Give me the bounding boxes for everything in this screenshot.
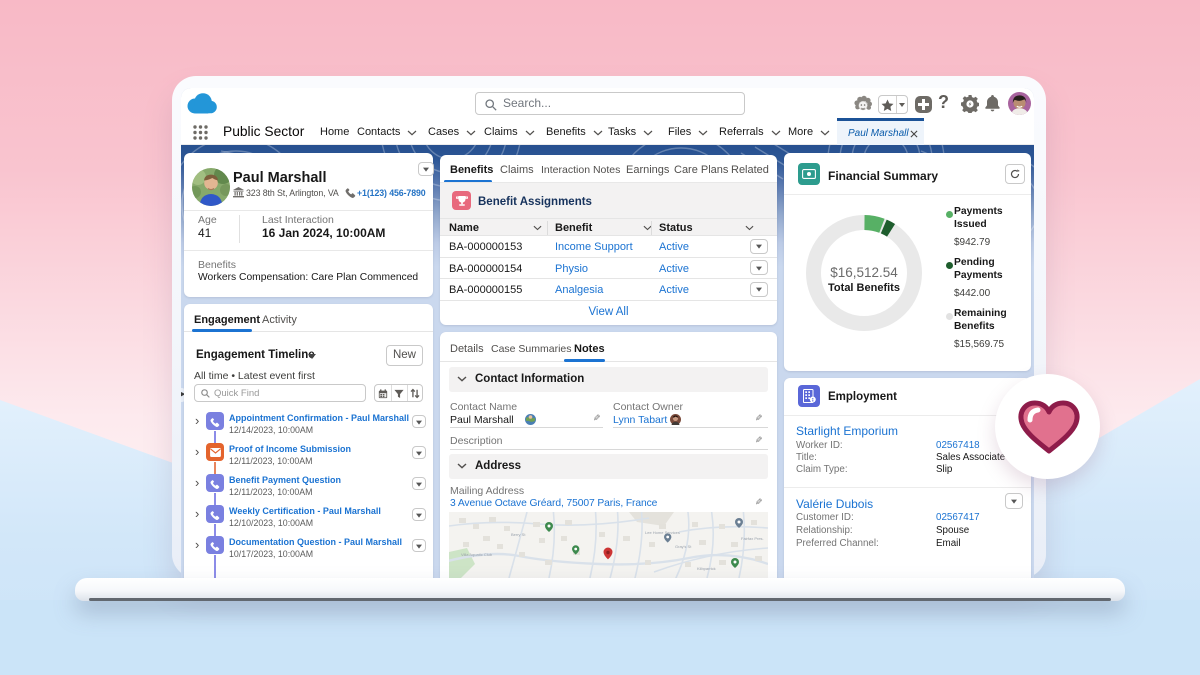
svg-text:Villa Aquatic Club: Villa Aquatic Club bbox=[461, 552, 493, 557]
svg-text:Berry St: Berry St bbox=[511, 532, 526, 537]
svg-text:Gray's St: Gray's St bbox=[675, 544, 692, 549]
svg-text:Lee Home Services: Lee Home Services bbox=[645, 530, 680, 535]
svg-text:Kilbparrick: Kilbparrick bbox=[697, 566, 716, 571]
svg-text:Fairfax Pres.: Fairfax Pres. bbox=[741, 536, 764, 541]
